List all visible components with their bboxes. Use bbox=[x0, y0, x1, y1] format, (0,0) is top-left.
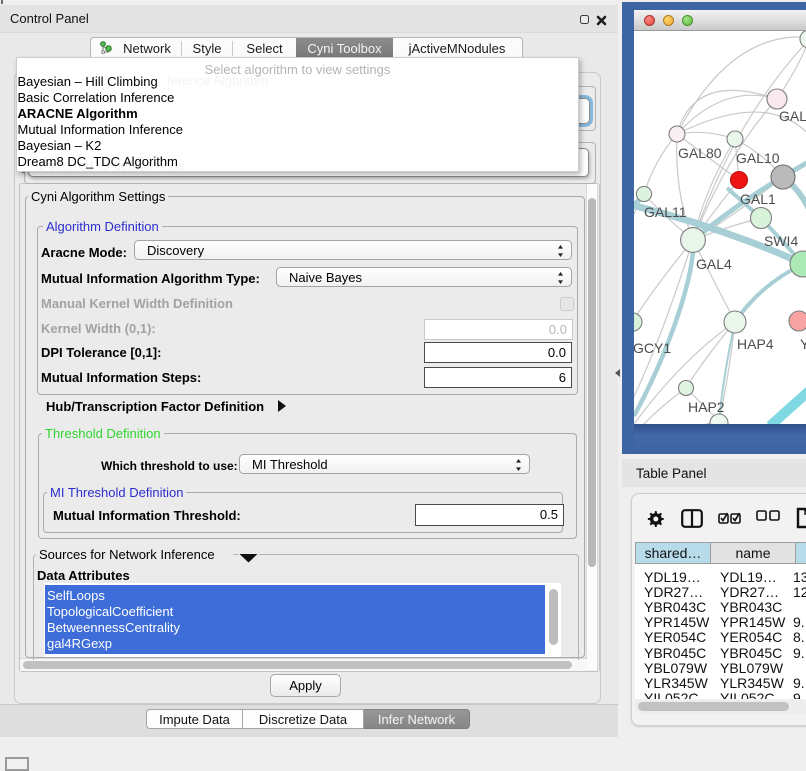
svg-text:GAL4: GAL4 bbox=[696, 256, 732, 272]
svg-text:Y: Y bbox=[800, 336, 806, 352]
svg-text:GAL1: GAL1 bbox=[740, 191, 776, 207]
svg-text:HAP2: HAP2 bbox=[688, 399, 725, 415]
svg-text:SWI4: SWI4 bbox=[764, 233, 798, 249]
svg-text:GAL80: GAL80 bbox=[678, 145, 722, 161]
svg-text:HAP4: HAP4 bbox=[737, 336, 774, 352]
svg-text:GAL7: GAL7 bbox=[779, 108, 806, 124]
svg-text:GAL11: GAL11 bbox=[644, 204, 687, 220]
svg-text:GAL10: GAL10 bbox=[736, 150, 780, 166]
svg-text:GCY1: GCY1 bbox=[634, 340, 671, 356]
